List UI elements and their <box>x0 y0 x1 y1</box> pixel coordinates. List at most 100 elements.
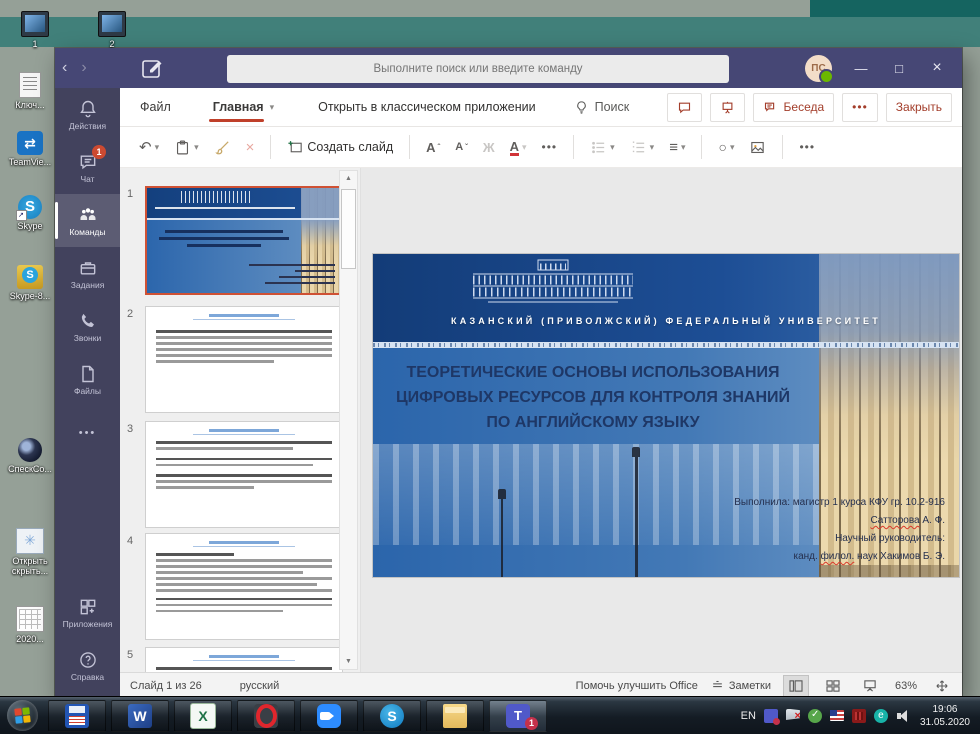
tray-security-check-icon[interactable] <box>808 709 822 723</box>
sidebar-item-apps[interactable]: Приложения <box>55 586 120 639</box>
comments-button[interactable] <box>667 93 702 122</box>
scroll-up-icon[interactable]: ▲ <box>340 171 357 186</box>
slide-thumbnail-2[interactable] <box>145 306 343 413</box>
sidebar-item-teams[interactable]: Команды <box>55 194 120 247</box>
spellcheck-word: Сатторова <box>870 515 919 526</box>
desktop-icon-open-hide[interactable]: Открыть скрыть... <box>4 528 56 576</box>
minimize-icon[interactable]: — <box>852 61 870 76</box>
taskbar-zoom-button[interactable] <box>300 700 358 732</box>
close-icon[interactable]: × <box>928 59 946 77</box>
start-button[interactable] <box>7 700 38 731</box>
language-indicator[interactable]: русский <box>240 680 279 692</box>
search-label: Поиск <box>595 100 630 114</box>
desktop-icon-monitor-1[interactable]: 1 <box>9 11 61 49</box>
close-presentation-button[interactable]: Закрыть <box>886 93 952 122</box>
thumbnail-scrollbar[interactable]: ▲ ▼ <box>339 170 358 670</box>
search-input[interactable] <box>227 55 729 83</box>
slide-credits[interactable]: Выполнила: магистр 1 курса КФУ гр. 10.2-… <box>734 494 945 566</box>
grow-font-button[interactable]: Аˆ <box>423 138 443 157</box>
back-icon[interactable]: ‹ <box>55 59 74 77</box>
insert-picture-button[interactable] <box>746 137 769 158</box>
slide-title[interactable]: ТЕОРЕТИЧЕСКИЕ ОСНОВЫ ИСПОЛЬЗОВАНИЯ ЦИФРО… <box>381 360 805 435</box>
taskbar-excel-button[interactable]: X <box>174 700 232 732</box>
desktop-icon-skype[interactable]: Skype <box>4 195 56 231</box>
tray-action-center-icon[interactable] <box>786 709 800 723</box>
sidebar-item-files[interactable]: Файлы <box>55 353 120 406</box>
taskbar-opera-button[interactable] <box>237 700 295 732</box>
desktop-icon-key-doc[interactable]: Ключ... <box>4 72 56 110</box>
taskbar-save-app-button[interactable] <box>48 700 106 732</box>
undo-button[interactable]: ↶ ▾ <box>136 136 162 158</box>
tray-app-icon[interactable] <box>852 709 866 723</box>
taskbar-teams-button[interactable]: T 1 <box>489 700 547 732</box>
align-button[interactable]: ≡ ▾ <box>666 137 688 158</box>
present-button[interactable] <box>710 93 745 122</box>
bullets-button[interactable]: ▾ <box>587 137 618 158</box>
tab-home[interactable]: Главная ▾ <box>209 88 278 126</box>
chat-badge: 1 <box>92 145 106 159</box>
delete-button[interactable]: × <box>243 137 258 158</box>
desktop-icon-skype8[interactable]: Skype-8... <box>4 265 56 301</box>
more-tools-button[interactable]: ••• <box>796 138 818 156</box>
avatar[interactable]: ПС <box>805 55 832 82</box>
zoom-level[interactable]: 63% <box>895 680 917 692</box>
shrink-font-button[interactable]: Аˇ <box>452 139 471 155</box>
notes-toggle[interactable]: Заметки <box>711 679 771 692</box>
paste-button[interactable]: ▾ <box>171 137 202 158</box>
monitor-icon <box>98 11 126 37</box>
fit-slide-button[interactable] <box>930 676 954 696</box>
lamppost-shape <box>635 457 638 577</box>
taskbar-word-button[interactable]: W <box>111 700 169 732</box>
slide-counter: Слайд 1 из 26 <box>130 680 202 692</box>
phone-icon <box>78 311 98 331</box>
sidebar-item-more[interactable]: ••• <box>55 406 120 459</box>
slide-canvas[interactable]: КАЗАНСКИЙ (ПРИВОЛЖСКИЙ) ФЕДЕРАЛЬНЫЙ УНИВ… <box>373 254 959 577</box>
taskbar-explorer-button[interactable] <box>426 700 484 732</box>
tell-me-search[interactable]: Поиск <box>574 100 630 115</box>
slide-thumbnail-4[interactable] <box>145 533 343 640</box>
open-in-desktop-app-link[interactable]: Открыть в классическом приложении <box>318 100 536 114</box>
forward-icon[interactable]: › <box>74 59 93 77</box>
conversation-button[interactable]: Беседа <box>753 93 835 122</box>
scroll-down-icon[interactable]: ▼ <box>340 654 357 669</box>
language-switcher[interactable]: EN <box>741 710 756 722</box>
shapes-button[interactable]: ○ ▾ <box>715 137 737 157</box>
slide-thumbnail-5[interactable] <box>145 647 343 672</box>
desktop-icon-speccom[interactable]: СпескСо... <box>4 438 56 474</box>
taskbar-skype-button[interactable]: S <box>363 700 421 732</box>
slide-thumbnail-3[interactable] <box>145 421 343 528</box>
volume-icon[interactable] <box>896 709 912 723</box>
slide-sorter-view-button[interactable] <box>821 676 845 696</box>
clock[interactable]: 19:06 31.05.2020 <box>920 703 970 729</box>
feedback-link[interactable]: Помочь улучшить Office <box>576 680 698 692</box>
tab-file[interactable]: Файл <box>136 100 175 114</box>
font-color-button[interactable]: А ▾ <box>507 137 530 158</box>
ribbon-tabs: Файл Главная ▾ Открыть в классическом пр… <box>120 88 962 127</box>
sidebar-item-calls[interactable]: Звонки <box>55 300 120 353</box>
desktop-icon-monitor-2[interactable]: 2 <box>86 11 138 49</box>
tray-teams-icon[interactable] <box>764 709 778 723</box>
bold-button[interactable]: Ж <box>480 138 498 157</box>
more-commands-button[interactable]: ••• <box>842 93 878 122</box>
folder-icon <box>443 704 467 728</box>
compose-icon[interactable] <box>140 56 164 80</box>
slide-thumbnail-1[interactable] <box>145 186 345 295</box>
new-slide-button[interactable]: Создать слайд <box>284 137 396 158</box>
maximize-icon[interactable]: □ <box>890 61 908 76</box>
tray-e-icon[interactable]: e <box>874 709 888 723</box>
desktop-icon-teamviewer[interactable]: TeamVie... <box>4 131 56 167</box>
slideshow-view-button[interactable] <box>858 676 882 696</box>
sidebar-item-help[interactable]: Справка <box>55 639 120 692</box>
sidebar-item-activity[interactable]: Действия <box>55 88 120 141</box>
format-painter-button[interactable] <box>211 137 234 158</box>
sidebar-item-assignments[interactable]: Задания <box>55 247 120 300</box>
desktop-icon-2020[interactable]: 2020... <box>4 606 56 644</box>
more-font-options-button[interactable]: ••• <box>539 138 561 156</box>
sidebar-item-chat[interactable]: 1 Чат <box>55 141 120 194</box>
help-icon <box>78 650 98 670</box>
numbering-button[interactable]: ▾ <box>627 137 658 158</box>
teams-notification-badge: 1 <box>525 717 538 730</box>
normal-view-button[interactable] <box>784 676 808 696</box>
tray-keyboard-flag-icon[interactable] <box>830 710 844 721</box>
scrollbar-thumb[interactable] <box>341 189 356 269</box>
